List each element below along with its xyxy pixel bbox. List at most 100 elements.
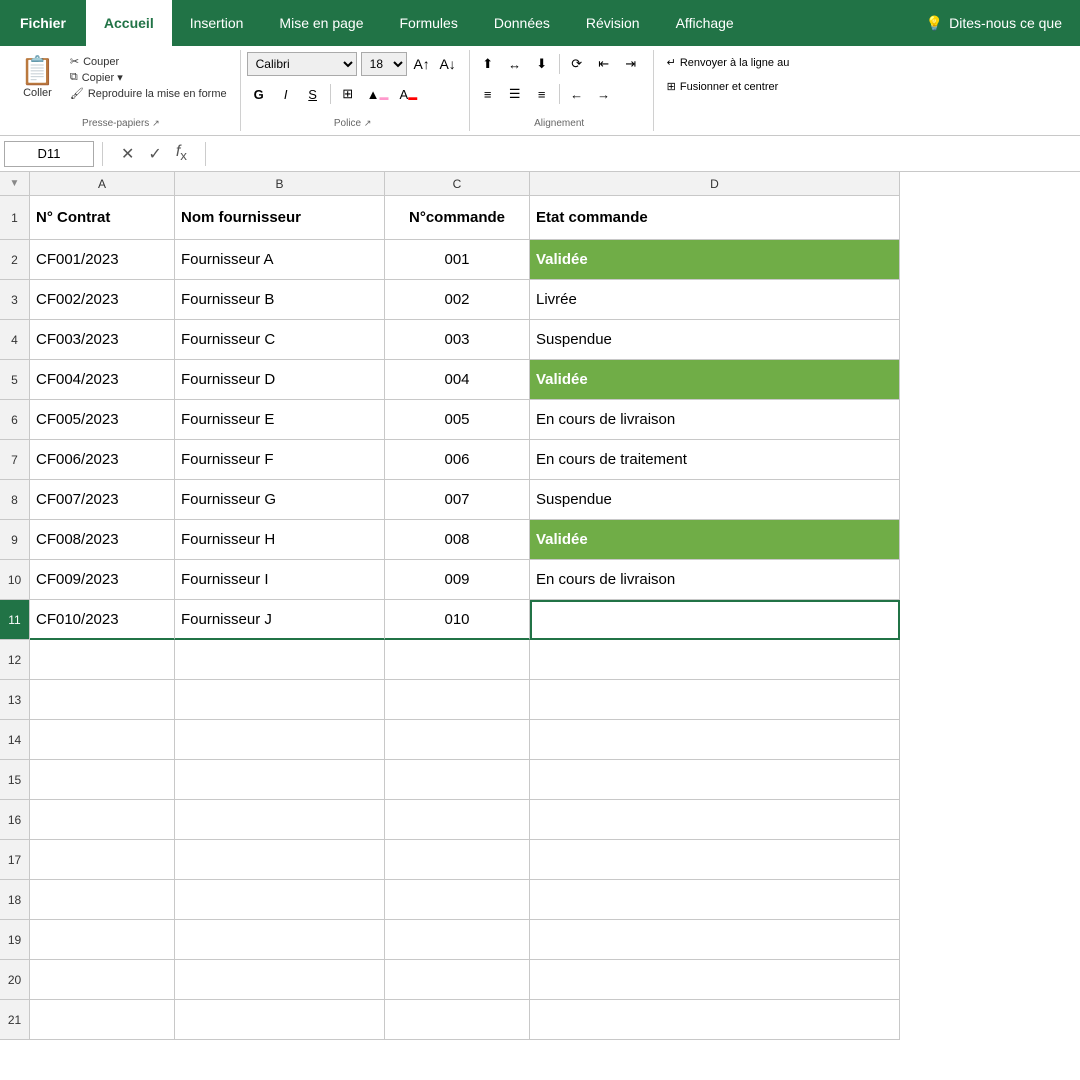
header-cell-C[interactable]: N°commande (385, 196, 530, 240)
cell-D[interactable]: En cours de traitement (530, 440, 900, 480)
cell-D[interactable]: En cours de livraison (530, 560, 900, 600)
cell-D[interactable] (530, 1000, 900, 1040)
insert-function-button[interactable]: fx (172, 141, 191, 165)
cell-A[interactable] (30, 640, 175, 680)
cancel-formula-button[interactable]: ✕ (117, 141, 138, 165)
cell-B[interactable]: Fournisseur F (175, 440, 385, 480)
cell-C[interactable] (385, 760, 530, 800)
col-header-C[interactable]: C (385, 172, 530, 196)
cell-D[interactable] (530, 800, 900, 840)
cell-C[interactable] (385, 840, 530, 880)
cell-C[interactable]: 010 (385, 600, 530, 640)
cell-B[interactable]: Fournisseur I (175, 560, 385, 600)
text-direction-button[interactable]: ⟳ (565, 52, 589, 76)
cell-D[interactable]: Validée (530, 240, 900, 280)
cell-D[interactable] (530, 960, 900, 1000)
font-family-select[interactable]: Calibri (247, 52, 357, 76)
cell-A[interactable]: CF003/2023 (30, 320, 175, 360)
align-left-button[interactable]: ≡ (476, 82, 500, 106)
wrap-text-button[interactable]: ↵ Renvoyer à la ligne au (660, 52, 797, 73)
cell-A[interactable] (30, 680, 175, 720)
cell-B[interactable] (175, 1000, 385, 1040)
fill-color-button[interactable]: ▲▬ (363, 82, 393, 106)
cell-D[interactable]: Validée (530, 520, 900, 560)
coller-button[interactable]: 📋 Coller (12, 52, 63, 101)
cell-B[interactable] (175, 680, 385, 720)
cell-D[interactable] (530, 760, 900, 800)
cell-B[interactable]: Fournisseur B (175, 280, 385, 320)
align-right-button[interactable]: ≡ (530, 82, 554, 106)
header-cell-A[interactable]: N° Contrat (30, 196, 175, 240)
cell-A[interactable]: CF004/2023 (30, 360, 175, 400)
cell-B[interactable] (175, 760, 385, 800)
font-size-increase-button[interactable]: A↑ (411, 52, 433, 76)
cell-C[interactable]: 002 (385, 280, 530, 320)
cell-C[interactable]: 006 (385, 440, 530, 480)
cell-C[interactable] (385, 640, 530, 680)
cell-D[interactable] (530, 640, 900, 680)
cell-D[interactable]: En cours de livraison (530, 400, 900, 440)
tab-mise-en-page[interactable]: Mise en page (261, 0, 381, 46)
tab-accueil[interactable]: Accueil (86, 0, 172, 46)
cell-B[interactable]: Fournisseur E (175, 400, 385, 440)
italic-button[interactable]: I (274, 82, 298, 106)
cell-D[interactable]: Validée (530, 360, 900, 400)
cell-C[interactable]: 004 (385, 360, 530, 400)
cell-A[interactable]: CF007/2023 (30, 480, 175, 520)
cell-D[interactable]: Suspendue (530, 320, 900, 360)
cell-C[interactable]: 009 (385, 560, 530, 600)
merge-center-button[interactable]: ⊞ Fusionner et centrer (660, 76, 786, 97)
cell-C[interactable]: 008 (385, 520, 530, 560)
col-header-A[interactable]: A (30, 172, 175, 196)
cell-C[interactable] (385, 680, 530, 720)
tab-formules[interactable]: Formules (381, 0, 475, 46)
cell-C[interactable] (385, 720, 530, 760)
cell-A[interactable]: CF009/2023 (30, 560, 175, 600)
cell-D[interactable] (530, 920, 900, 960)
cell-B[interactable]: Fournisseur A (175, 240, 385, 280)
align-center-button[interactable]: ☰ (503, 82, 527, 106)
cell-B[interactable]: Fournisseur J (175, 600, 385, 640)
cell-B[interactable] (175, 840, 385, 880)
cell-reference-box[interactable]: D11 (4, 141, 94, 167)
increase-indent-button[interactable]: → (592, 82, 616, 106)
align-bottom-button[interactable]: ⬇ (530, 52, 554, 76)
tab-donnees[interactable]: Données (476, 0, 568, 46)
copier-button[interactable]: ⧉ Copier ▾ (67, 70, 230, 85)
cell-B[interactable] (175, 720, 385, 760)
tip-area[interactable]: 💡 Dites-nous ce que (908, 0, 1080, 46)
indent-decrease-button[interactable]: ⇤ (592, 52, 616, 76)
font-size-decrease-button[interactable]: A↓ (437, 52, 459, 76)
align-middle-button[interactable]: ↔ (503, 52, 527, 76)
cell-D[interactable] (530, 720, 900, 760)
cell-A[interactable] (30, 840, 175, 880)
cell-C[interactable] (385, 1000, 530, 1040)
cell-D[interactable]: Suspendue (530, 480, 900, 520)
header-cell-D[interactable]: Etat commande (530, 196, 900, 240)
cell-D[interactable] (530, 880, 900, 920)
cell-B[interactable]: Fournisseur C (175, 320, 385, 360)
header-cell-B[interactable]: Nom fournisseur (175, 196, 385, 240)
cell-A[interactable] (30, 960, 175, 1000)
tab-insertion[interactable]: Insertion (172, 0, 262, 46)
cell-B[interactable]: Fournisseur G (175, 480, 385, 520)
formula-input[interactable] (214, 141, 1076, 167)
cell-A[interactable]: CF006/2023 (30, 440, 175, 480)
decrease-indent-button[interactable]: ← (565, 82, 589, 106)
cell-D[interactable] (530, 840, 900, 880)
cell-A[interactable] (30, 880, 175, 920)
cell-C[interactable]: 005 (385, 400, 530, 440)
align-top-button[interactable]: ⬆ (476, 52, 500, 76)
cell-B[interactable]: Fournisseur D (175, 360, 385, 400)
cell-B[interactable] (175, 960, 385, 1000)
cell-C[interactable] (385, 800, 530, 840)
bold-button[interactable]: G (247, 82, 271, 106)
cell-B[interactable] (175, 640, 385, 680)
cell-A[interactable] (30, 920, 175, 960)
cell-C[interactable]: 001 (385, 240, 530, 280)
cell-C[interactable]: 003 (385, 320, 530, 360)
cell-A[interactable]: CF002/2023 (30, 280, 175, 320)
tab-fichier[interactable]: Fichier (0, 0, 86, 46)
tab-affichage[interactable]: Affichage (658, 0, 752, 46)
border-button[interactable]: ⊞ (336, 82, 360, 106)
